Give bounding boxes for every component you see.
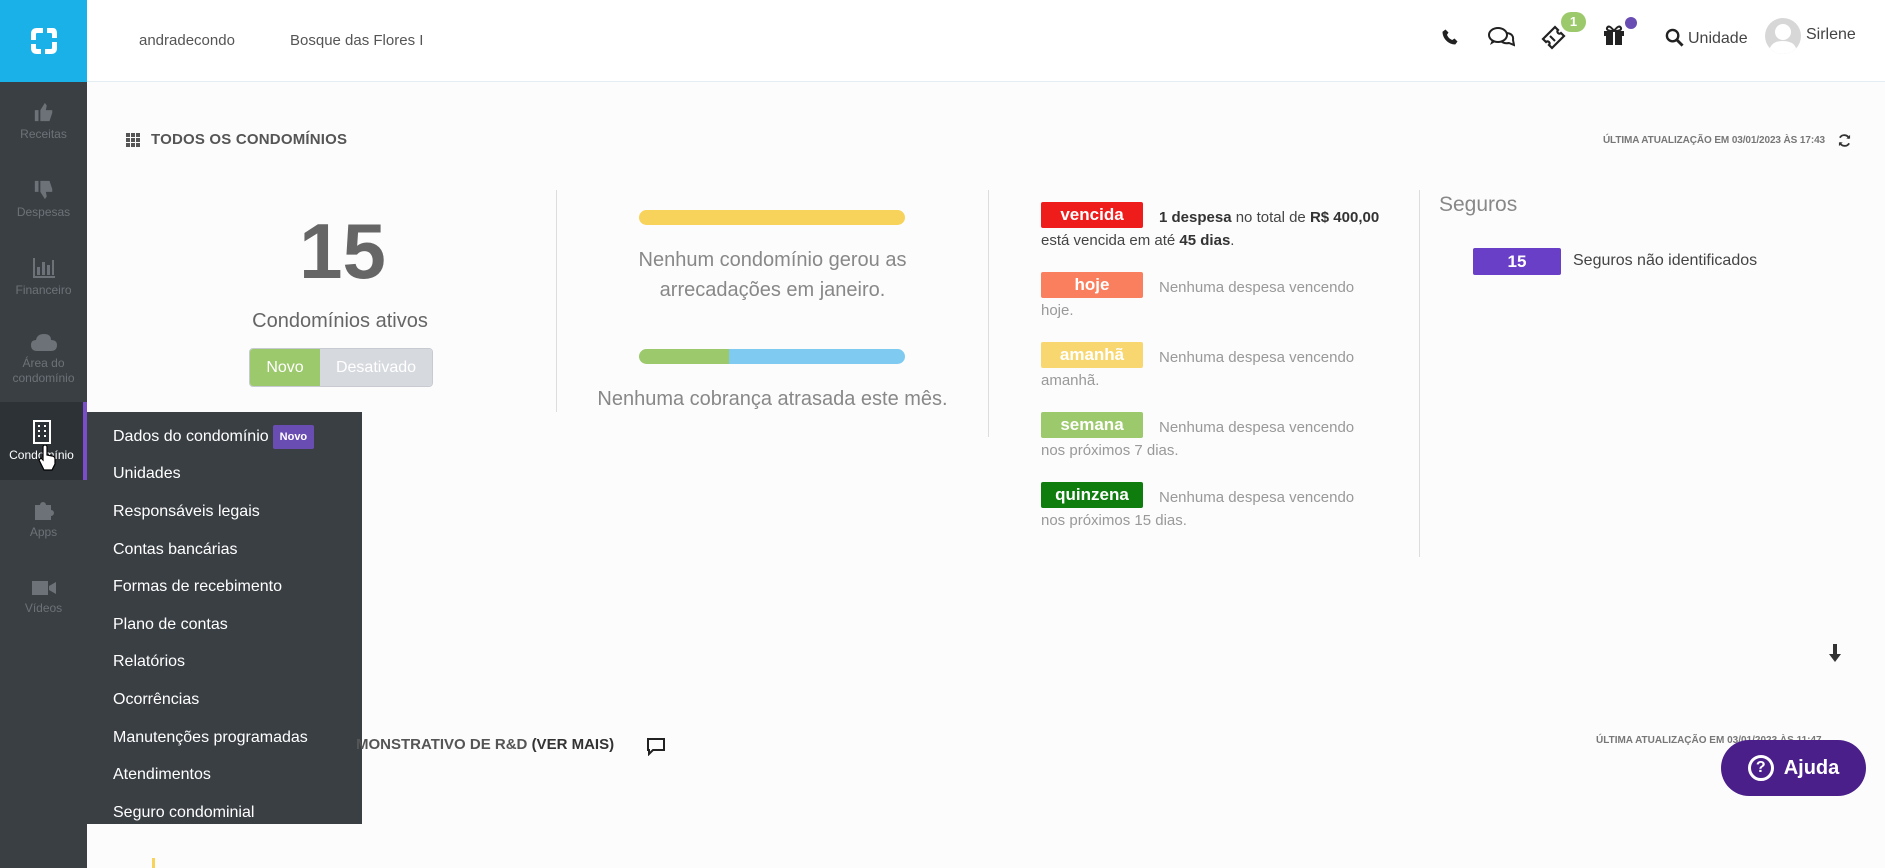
menu-item-unidades[interactable]: Unidades bbox=[87, 456, 362, 494]
grid-icon bbox=[126, 133, 140, 147]
divider bbox=[1419, 190, 1420, 557]
phone-icon[interactable] bbox=[1441, 28, 1459, 46]
arrow-down-icon[interactable] bbox=[1828, 644, 1842, 662]
menu-item-relatorios[interactable]: Relatórios bbox=[87, 644, 362, 682]
sidebar-item-receitas[interactable]: Receitas bbox=[0, 82, 87, 160]
breadcrumb-company[interactable]: andradecondo bbox=[139, 32, 235, 49]
sidebar-item-apps[interactable]: Apps bbox=[0, 480, 87, 558]
status-toggle: Novo Desativado bbox=[249, 348, 433, 387]
menu-item-seguro-condominial[interactable]: Seguro condominial bbox=[87, 794, 362, 832]
logo-icon bbox=[30, 28, 57, 54]
semana-text: Nenhuma despesa vencendo nos próximos 7 … bbox=[1041, 419, 1355, 459]
ver-mais-link[interactable]: (VER MAIS) bbox=[532, 736, 615, 753]
collections-bar bbox=[639, 210, 905, 225]
menu-item-label: Dados do condomínio bbox=[113, 427, 269, 445]
toggle-desativado-button[interactable]: Desativado bbox=[320, 349, 432, 386]
condominio-dropdown-menu: Dados do condomínio Novo Unidades Respon… bbox=[87, 412, 362, 824]
new-badge: Novo bbox=[272, 424, 315, 449]
menu-item-dados-condominio[interactable]: Dados do condomínio Novo bbox=[87, 418, 362, 456]
sidebar-item-label: Vídeos bbox=[24, 600, 63, 615]
sidebar-item-area-condominio[interactable]: Área do condomínio bbox=[0, 316, 87, 402]
avatar[interactable] bbox=[1765, 18, 1801, 54]
section-title: TODOS OS CONDOMÍNIOS bbox=[151, 131, 348, 148]
search-icon[interactable] bbox=[1665, 28, 1684, 47]
last-updated: ÚLTIMA ATUALIZAÇÃO EM 03/01/2023 ÀS 17:4… bbox=[1602, 135, 1825, 146]
gift-icon[interactable] bbox=[1602, 24, 1626, 46]
section2-title: MONSTRATIVO DE R&D (VER MAIS) bbox=[356, 736, 614, 753]
search-unidade-label[interactable]: Unidade bbox=[1688, 30, 1748, 48]
seguros-label[interactable]: Seguros não identificados bbox=[1573, 252, 1757, 270]
divider bbox=[988, 190, 989, 437]
breadcrumb-condominio[interactable]: Bosque das Flores I bbox=[290, 32, 423, 49]
sidebar-item-videos[interactable]: Vídeos bbox=[0, 558, 87, 636]
cloud-icon bbox=[30, 334, 57, 351]
video-camera-icon bbox=[31, 580, 56, 595]
menu-item-plano-contas[interactable]: Plano de contas bbox=[87, 606, 362, 644]
overdue-text: Nenhuma cobrança atrasada este mês. bbox=[597, 388, 948, 410]
tickets-count-badge: 1 bbox=[1561, 12, 1586, 32]
thumbs-up-icon bbox=[34, 102, 52, 121]
user-icon bbox=[1769, 24, 1797, 54]
sidebar-item-label: Apps bbox=[29, 524, 58, 539]
sidebar-item-label: Área do condomínio bbox=[12, 356, 75, 385]
collections-text: Nenhum condomínio gerou as arrecadações … bbox=[638, 249, 907, 301]
hand-cursor-icon bbox=[38, 445, 56, 471]
thumbs-down-icon bbox=[34, 180, 52, 199]
vencida-text: 1 despesa no total de R$ 400,00 está ven… bbox=[1041, 209, 1380, 249]
amanha-text: Nenhuma despesa vencendo amanhã. bbox=[1041, 349, 1355, 389]
sidebar-item-despesas[interactable]: Despesas bbox=[0, 160, 87, 238]
help-button[interactable]: ? Ajuda bbox=[1721, 740, 1866, 796]
seguros-title: Seguros bbox=[1439, 193, 1518, 216]
overdue-bar-green bbox=[639, 349, 729, 364]
bar-chart-icon bbox=[32, 257, 55, 278]
overdue-bar bbox=[639, 349, 905, 364]
refresh-icon[interactable] bbox=[1838, 134, 1851, 147]
sidebar-item-label: Despesas bbox=[16, 204, 71, 219]
puzzle-icon bbox=[34, 501, 54, 520]
active-count: 15 bbox=[299, 207, 386, 295]
divider bbox=[556, 190, 557, 412]
hoje-text: Nenhuma despesa vencendo hoje. bbox=[1041, 279, 1355, 319]
building-icon bbox=[32, 419, 51, 444]
sidebar-item-label: Receitas bbox=[20, 126, 67, 141]
seguros-count-badge[interactable]: 15 bbox=[1473, 248, 1561, 275]
menu-item-manutencoes[interactable]: Manutenções programadas bbox=[87, 719, 362, 757]
help-label: Ajuda bbox=[1783, 756, 1840, 779]
section2-title-text: MONSTRATIVO DE R&D bbox=[356, 736, 528, 753]
overdue-bar-blue bbox=[729, 349, 905, 364]
question-icon: ? bbox=[1747, 755, 1774, 781]
app-logo[interactable] bbox=[0, 0, 87, 82]
menu-item-ocorrencias[interactable]: Ocorrências bbox=[87, 681, 362, 719]
menu-item-formas-recebimento[interactable]: Formas de recebimento bbox=[87, 568, 362, 606]
user-name[interactable]: Sirlene bbox=[1806, 26, 1856, 44]
toggle-novo-button[interactable]: Novo bbox=[250, 349, 320, 386]
chart-edge-mark bbox=[152, 858, 155, 868]
menu-item-contas-bancarias[interactable]: Contas bancárias bbox=[87, 531, 362, 569]
comment-icon[interactable] bbox=[646, 737, 666, 756]
gift-notification-dot bbox=[1625, 17, 1637, 29]
active-label: Condomínios ativos bbox=[252, 310, 428, 332]
menu-item-atendimentos[interactable]: Atendimentos bbox=[87, 756, 362, 794]
quinzena-text: Nenhuma despesa vencendo nos próximos 15… bbox=[1041, 489, 1355, 529]
chat-icon[interactable] bbox=[1487, 26, 1515, 48]
sidebar-item-label: Financeiro bbox=[15, 282, 72, 297]
sidebar-item-financeiro[interactable]: Financeiro bbox=[0, 238, 87, 316]
menu-item-responsaveis-legais[interactable]: Responsáveis legais bbox=[87, 493, 362, 531]
sidebar: Receitas Despesas Financeiro Área do con… bbox=[0, 0, 87, 868]
